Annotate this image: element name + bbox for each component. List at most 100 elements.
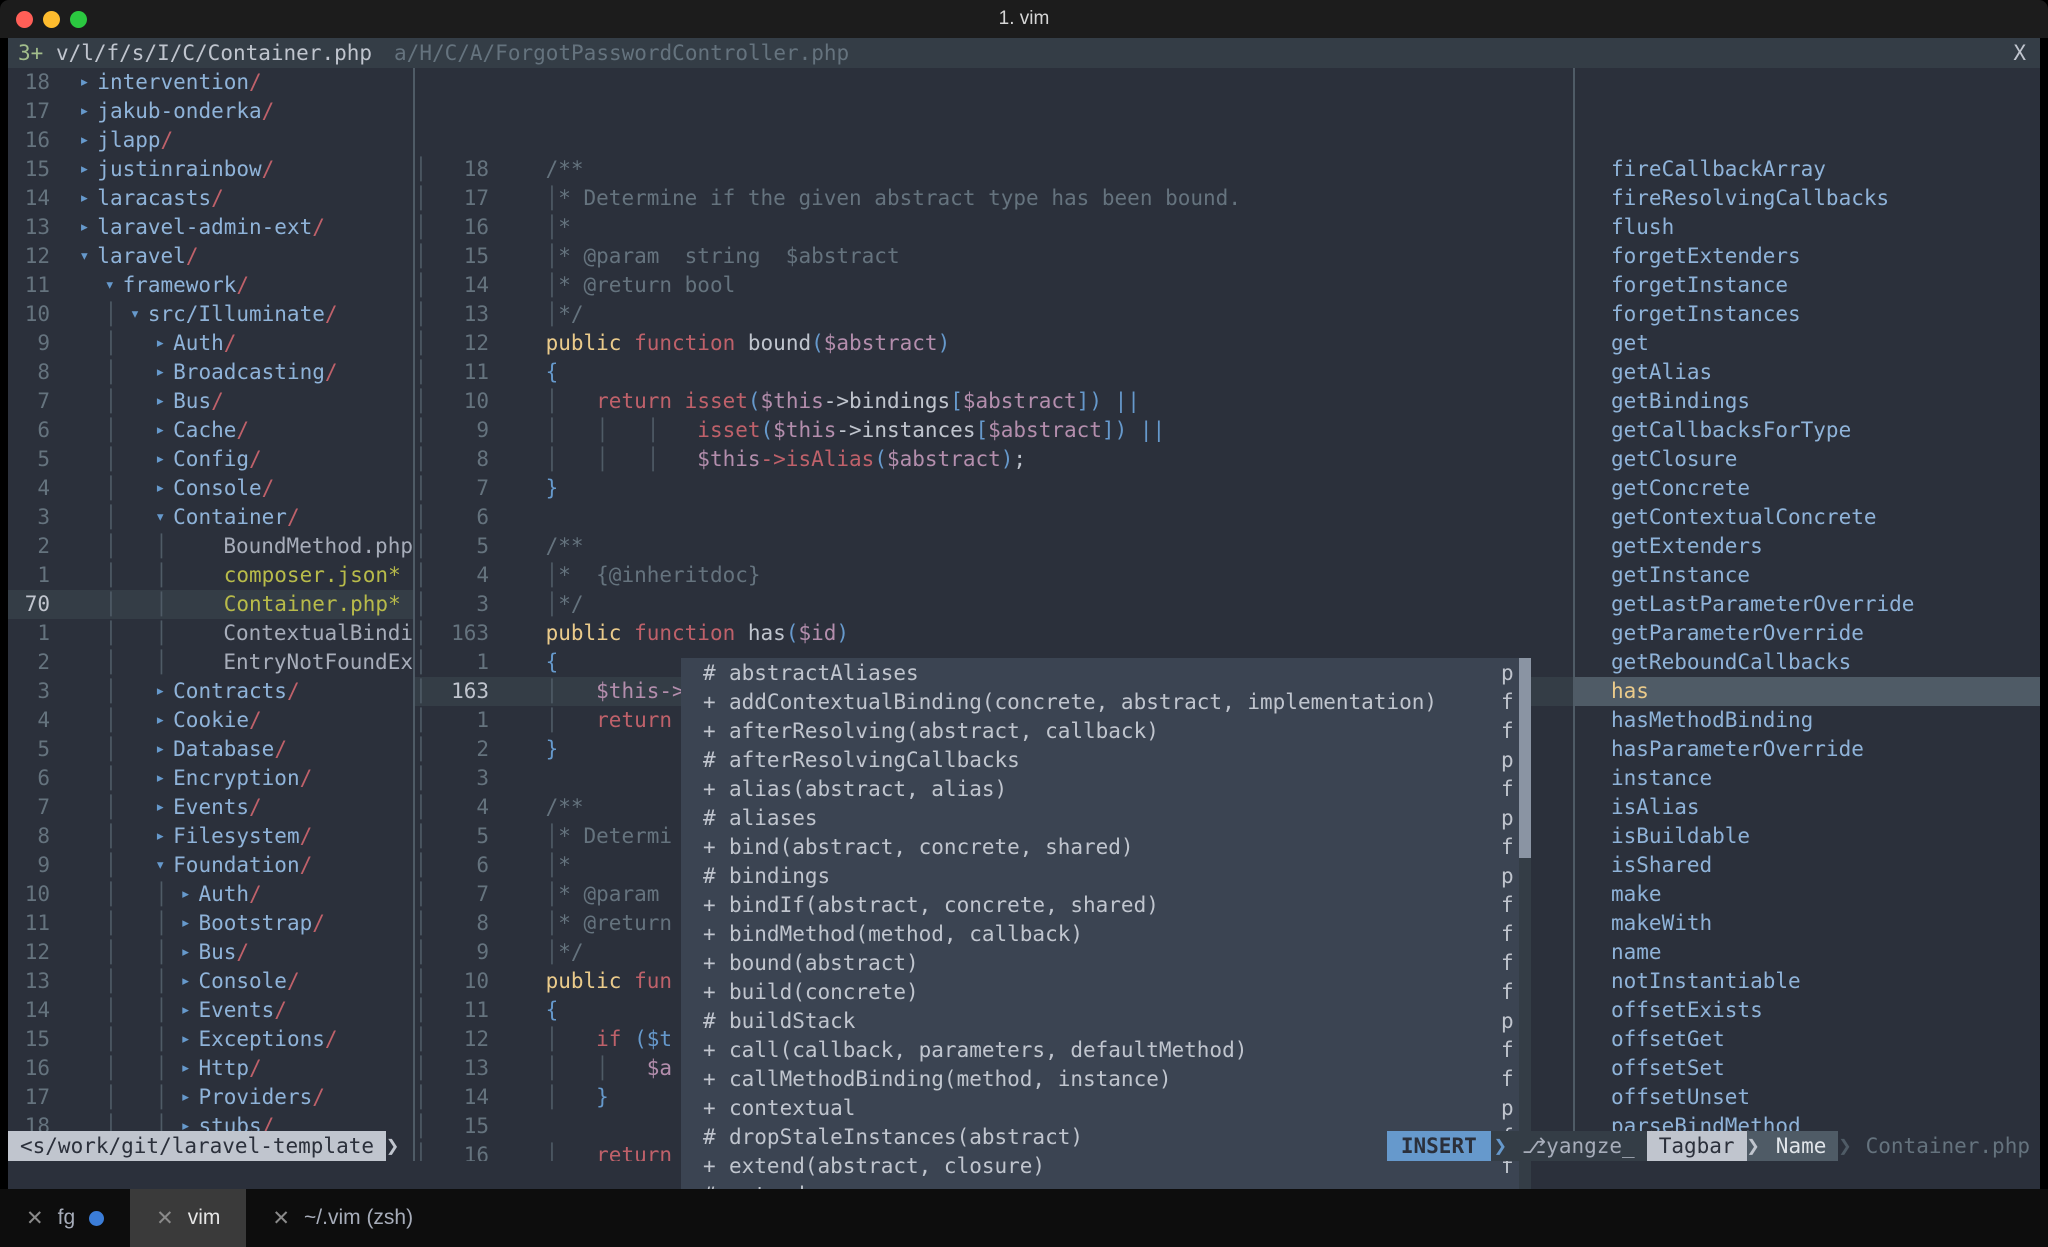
tagbar-item[interactable]: fireCallbackArray xyxy=(1573,155,2040,184)
autocomplete-item[interactable]: + bound(abstract) f xyxy=(681,948,1531,977)
file-tree-row[interactable]: 16 │ │ ▸ Http / xyxy=(8,1054,413,1083)
file-tree-row[interactable]: 3 │ ▸ Contracts / xyxy=(8,677,413,706)
file-tree-row[interactable]: 3 │ ▾ Container / xyxy=(8,503,413,532)
chevron-right-icon[interactable]: ▸ xyxy=(180,1025,198,1054)
file-tree-pane[interactable]: 18 ▸ intervention/17 ▸ jakub-onderka/16 ▸ j… xyxy=(8,68,413,1161)
tagbar-item[interactable]: getExtenders xyxy=(1573,532,2040,561)
autocomplete-item[interactable]: + bindMethod(method, callback) f xyxy=(681,919,1531,948)
terminal-tab[interactable]: ✕ vim xyxy=(130,1189,247,1247)
tagbar-item[interactable]: offsetSet xyxy=(1573,1054,2040,1083)
file-tree-row[interactable]: 17 │ │ ▸ Providers / xyxy=(8,1083,413,1112)
file-tree-row[interactable]: 1 │ │ ContextualBindi xyxy=(8,619,413,648)
terminal-tab[interactable]: ✕ ~/.vim (zsh) xyxy=(246,1189,439,1247)
file-tree-row[interactable]: 4 │ ▸ Console / xyxy=(8,474,413,503)
file-tree-row[interactable]: 2 │ │ BoundMethod.php xyxy=(8,532,413,561)
tagbar-item[interactable]: hasMethodBinding xyxy=(1573,706,2040,735)
file-tree-row[interactable]: 16 ▸ jlapp / xyxy=(8,126,413,155)
code-line[interactable]: │ 5 /** xyxy=(413,532,1573,561)
chevron-right-icon[interactable]: ▸ xyxy=(155,706,173,735)
code-line[interactable]: │ 4 │* {@inheritdoc} xyxy=(413,561,1573,590)
code-line[interactable]: │ 7 } xyxy=(413,474,1573,503)
tagbar-item[interactable]: fireResolvingCallbacks xyxy=(1573,184,2040,213)
file-tree-row[interactable]: 9 │ ▸ Auth / xyxy=(8,329,413,358)
code-line[interactable]: │ 3 │*/ xyxy=(413,590,1573,619)
code-line[interactable]: │ 12 public function bound($abstract) xyxy=(413,329,1573,358)
tagbar-item[interactable]: forgetInstance xyxy=(1573,271,2040,300)
code-line[interactable]: │ 6 xyxy=(413,503,1573,532)
autocomplete-item[interactable]: # abstractAliases p xyxy=(681,658,1531,687)
file-tree-row[interactable]: 13 │ │ ▸ Console / xyxy=(8,967,413,996)
code-line[interactable]: │ 10 │ return isset($this->bindings[$abst… xyxy=(413,387,1573,416)
autocomplete-popup[interactable]: # abstractAliases p + addContextualBinding(c… xyxy=(681,658,1531,1189)
file-tree-row[interactable]: 8 │ ▸ Filesystem / xyxy=(8,822,413,851)
chevron-right-icon[interactable]: ▸ xyxy=(155,764,173,793)
chevron-right-icon[interactable]: ▸ xyxy=(180,1083,198,1112)
file-tree-row[interactable]: 15 ▸ justinrainbow / xyxy=(8,155,413,184)
tagbar-item[interactable]: getCallbacksForType xyxy=(1573,416,2040,445)
close-icon[interactable]: ✕ xyxy=(156,1206,174,1231)
tagbar-item[interactable]: getLastParameterOverride xyxy=(1573,590,2040,619)
tagbar-item[interactable]: getBindings xyxy=(1573,387,2040,416)
chevron-right-icon[interactable]: ▸ xyxy=(79,155,97,184)
chevron-right-icon[interactable]: ▸ xyxy=(180,967,198,996)
popup-scrollbar-track[interactable] xyxy=(1519,658,1531,1189)
autocomplete-item[interactable]: # buildStack p xyxy=(681,1006,1531,1035)
file-tree-row[interactable]: 11 │ │ ▸ Bootstrap / xyxy=(8,909,413,938)
code-line[interactable]: │ 15 │* @param string $abstract xyxy=(413,242,1573,271)
tagbar-item[interactable]: offsetUnset xyxy=(1573,1083,2040,1112)
file-tree-row[interactable]: 5 │ ▸ Database / xyxy=(8,735,413,764)
code-line[interactable]: │ 163 public function has($id) xyxy=(413,619,1573,648)
tagbar-item[interactable]: hasParameterOverride xyxy=(1573,735,2040,764)
file-tree-row[interactable]: 13 ▸ laravel-admin-ext / xyxy=(8,213,413,242)
chevron-down-icon[interactable]: ▾ xyxy=(155,503,173,532)
autocomplete-item[interactable]: + afterResolving(abstract, callback) f xyxy=(681,716,1531,745)
file-tree-row[interactable]: 4 │ ▸ Cookie / xyxy=(8,706,413,735)
chevron-right-icon[interactable]: ▸ xyxy=(155,445,173,474)
chevron-down-icon[interactable]: ▾ xyxy=(79,242,97,271)
file-tree-row[interactable]: 15 │ │ ▸ Exceptions / xyxy=(8,1025,413,1054)
autocomplete-item[interactable]: # bindings p xyxy=(681,861,1531,890)
tagbar-item[interactable]: getContextualConcrete xyxy=(1573,503,2040,532)
chevron-right-icon[interactable]: ▸ xyxy=(79,213,97,242)
file-tree-row[interactable]: 10 │ │ ▸ Auth / xyxy=(8,880,413,909)
tabline-close-icon[interactable]: X xyxy=(2013,41,2026,65)
chevron-down-icon[interactable]: ▾ xyxy=(130,300,148,329)
autocomplete-item[interactable]: + bindIf(abstract, concrete, shared) f xyxy=(681,890,1531,919)
file-tree-row[interactable]: 8 │ ▸ Broadcasting / xyxy=(8,358,413,387)
code-line[interactable]: │ 18 /** xyxy=(413,155,1573,184)
code-line[interactable]: │ 11 { xyxy=(413,358,1573,387)
file-tree-row[interactable]: 70 │ │ Container.php* xyxy=(8,590,413,619)
file-tree-row[interactable]: 6 │ ▸ Encryption / xyxy=(8,764,413,793)
file-icon[interactable] xyxy=(206,590,224,619)
code-line[interactable]: │ 17 │* Determine if the given abstract t… xyxy=(413,184,1573,213)
chevron-down-icon[interactable]: ▾ xyxy=(105,271,123,300)
chevron-right-icon[interactable]: ▸ xyxy=(180,938,198,967)
chevron-right-icon[interactable]: ▸ xyxy=(79,68,97,97)
file-tree-row[interactable]: 10 │ ▾ src/Illuminate / xyxy=(8,300,413,329)
autocomplete-item[interactable]: # aliases p xyxy=(681,803,1531,832)
code-line[interactable]: │ 9 │ │ │ isset($this->instances[$abstrac… xyxy=(413,416,1573,445)
chevron-down-icon[interactable]: ▾ xyxy=(155,851,173,880)
file-tree-row[interactable]: 5 │ ▸ Config / xyxy=(8,445,413,474)
close-icon[interactable]: ✕ xyxy=(272,1206,290,1231)
tagbar-item[interactable]: forgetExtenders xyxy=(1573,242,2040,271)
autocomplete-item[interactable]: + contextual p xyxy=(681,1093,1531,1122)
file-tree-row[interactable]: 12 ▾ laravel / xyxy=(8,242,413,271)
tagbar-item[interactable]: name xyxy=(1573,938,2040,967)
file-tree-row[interactable]: 7 │ ▸ Bus / xyxy=(8,387,413,416)
tagbar-item[interactable]: get xyxy=(1573,329,2040,358)
autocomplete-item[interactable]: + call(callback, parameters, defaultMetho… xyxy=(681,1035,1531,1064)
autocomplete-item[interactable]: + addContextualBinding(concrete, abstract… xyxy=(681,687,1531,716)
code-line[interactable]: │ 14 │* @return bool xyxy=(413,271,1573,300)
chevron-right-icon[interactable]: ▸ xyxy=(155,474,173,503)
tagbar-item[interactable]: offsetExists xyxy=(1573,996,2040,1025)
chevron-right-icon[interactable]: ▸ xyxy=(155,677,173,706)
file-icon[interactable] xyxy=(206,648,224,677)
tagbar-item[interactable]: has xyxy=(1573,677,2040,706)
code-line[interactable]: │ 16 │* xyxy=(413,213,1573,242)
chevron-right-icon[interactable]: ▸ xyxy=(180,909,198,938)
code-line[interactable]: │ 13 │*/ xyxy=(413,300,1573,329)
tagbar-item[interactable]: getInstance xyxy=(1573,561,2040,590)
file-tree-row[interactable]: 7 │ ▸ Events / xyxy=(8,793,413,822)
chevron-right-icon[interactable]: ▸ xyxy=(155,793,173,822)
